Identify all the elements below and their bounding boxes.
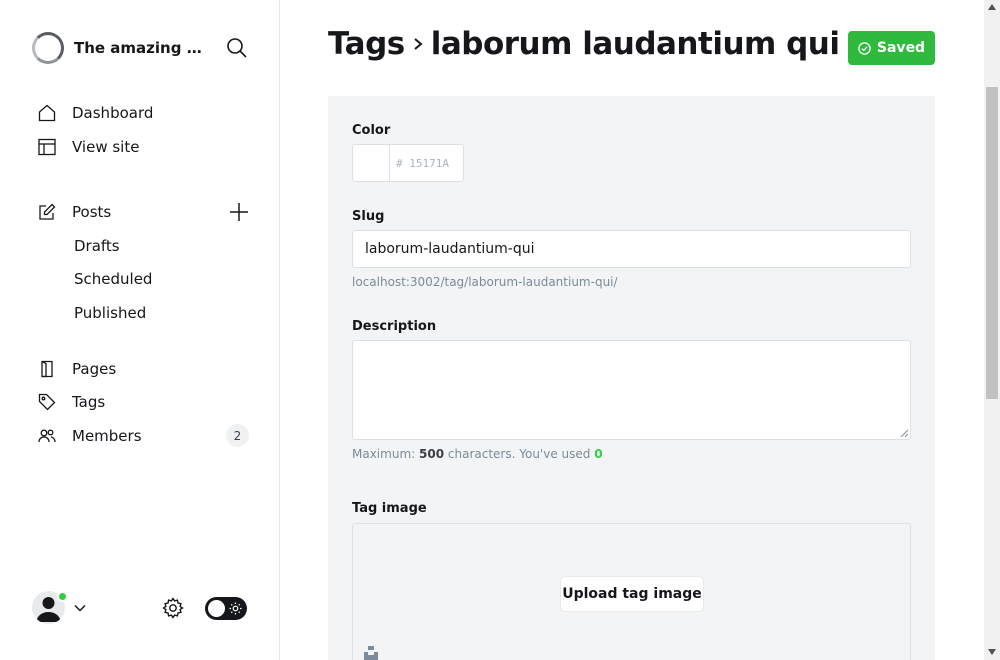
- toggle-knob: [208, 600, 225, 617]
- sidebar: The amazing wo... Dashboard View site Po…: [0, 0, 280, 660]
- sidebar-item-label: Members: [72, 427, 142, 445]
- tag-image-label: Tag image: [352, 501, 427, 516]
- slug-label: Slug: [352, 209, 385, 224]
- tag-image-dropzone[interactable]: Upload tag image: [352, 523, 911, 660]
- sidebar-item-drafts[interactable]: Drafts: [74, 235, 120, 257]
- members-icon: [38, 429, 56, 443]
- color-field: # 15171A: [352, 144, 464, 182]
- scrollbar-thumb[interactable]: [986, 87, 998, 399]
- tag-settings-panel: Color # 15171A Slug laborum-laudantium-q…: [328, 96, 935, 660]
- description-label: Description: [352, 319, 437, 334]
- slug-url-preview: localhost:3002/tag/laborum-laudantium-qu…: [352, 275, 618, 289]
- sidebar-item-label: View site: [72, 138, 140, 156]
- hint-used: 0: [594, 447, 603, 461]
- site-logo-icon: [32, 32, 64, 64]
- search-icon[interactable]: [226, 37, 248, 59]
- sidebar-item-tags[interactable]: Tags: [38, 390, 105, 414]
- scrollbar[interactable]: [984, 0, 1000, 660]
- sidebar-item-label: Dashboard: [72, 104, 154, 122]
- hint-middle: characters. You've used: [447, 447, 591, 461]
- sidebar-item-pages[interactable]: Pages: [38, 357, 116, 381]
- layout-icon: [38, 138, 56, 156]
- page-icon: [41, 360, 53, 378]
- sidebar-item-label: Pages: [72, 360, 117, 378]
- saved-button[interactable]: Saved: [848, 31, 935, 65]
- description-textarea[interactable]: [352, 340, 911, 440]
- site-title: The amazing wo...: [74, 39, 214, 57]
- new-post-plus-icon[interactable]: [229, 202, 249, 222]
- resize-grip-icon[interactable]: [900, 429, 908, 437]
- page-title: laborum laudantium qui: [430, 26, 840, 62]
- breadcrumb: Tags laborum laudantium qui: [328, 26, 840, 62]
- upload-tag-image-button[interactable]: Upload tag image: [561, 577, 703, 611]
- online-status-dot: [57, 591, 68, 602]
- home-icon: [38, 104, 56, 122]
- sidebar-item-published[interactable]: Published: [74, 302, 146, 324]
- sidebar-item-view-site[interactable]: View site: [38, 135, 139, 159]
- sun-icon: [229, 602, 242, 615]
- scroll-up-arrow-icon[interactable]: [988, 4, 996, 10]
- scroll-down-arrow-icon[interactable]: [988, 649, 996, 655]
- breadcrumb-tags-link[interactable]: Tags: [328, 26, 405, 62]
- color-swatch[interactable]: [353, 145, 390, 181]
- color-hex-input[interactable]: # 15171A: [390, 145, 463, 181]
- brand[interactable]: The amazing wo...: [32, 32, 214, 64]
- saved-label: Saved: [876, 40, 926, 56]
- color-label: Color: [352, 123, 391, 138]
- sidebar-item-dashboard[interactable]: Dashboard: [38, 101, 153, 125]
- check-circle-icon: [858, 41, 871, 55]
- sidebar-item-posts[interactable]: Posts: [38, 200, 111, 224]
- main-content: Tags laborum laudantium qui Saved Color …: [280, 0, 984, 660]
- sidebar-item-scheduled[interactable]: Scheduled: [74, 268, 152, 290]
- unsplash-icon[interactable]: [364, 646, 378, 660]
- hint-max: 500: [419, 447, 445, 461]
- tag-icon: [38, 393, 56, 411]
- description-char-hint: Maximum: 500 characters. You've used 0: [352, 447, 603, 461]
- dark-mode-toggle[interactable]: [205, 597, 247, 620]
- edit-icon: [39, 203, 56, 220]
- sidebar-item-members[interactable]: Members: [38, 424, 142, 448]
- sidebar-item-label: Tags: [72, 393, 106, 411]
- chevron-right-icon: [414, 38, 423, 50]
- members-count-badge: 2: [226, 424, 249, 447]
- slug-input[interactable]: laborum-laudantium-qui: [352, 230, 911, 268]
- hint-prefix: Maximum:: [352, 447, 416, 461]
- gear-icon[interactable]: [161, 596, 185, 620]
- chevron-down-icon[interactable]: [73, 601, 87, 615]
- sidebar-item-label: Posts: [72, 203, 112, 221]
